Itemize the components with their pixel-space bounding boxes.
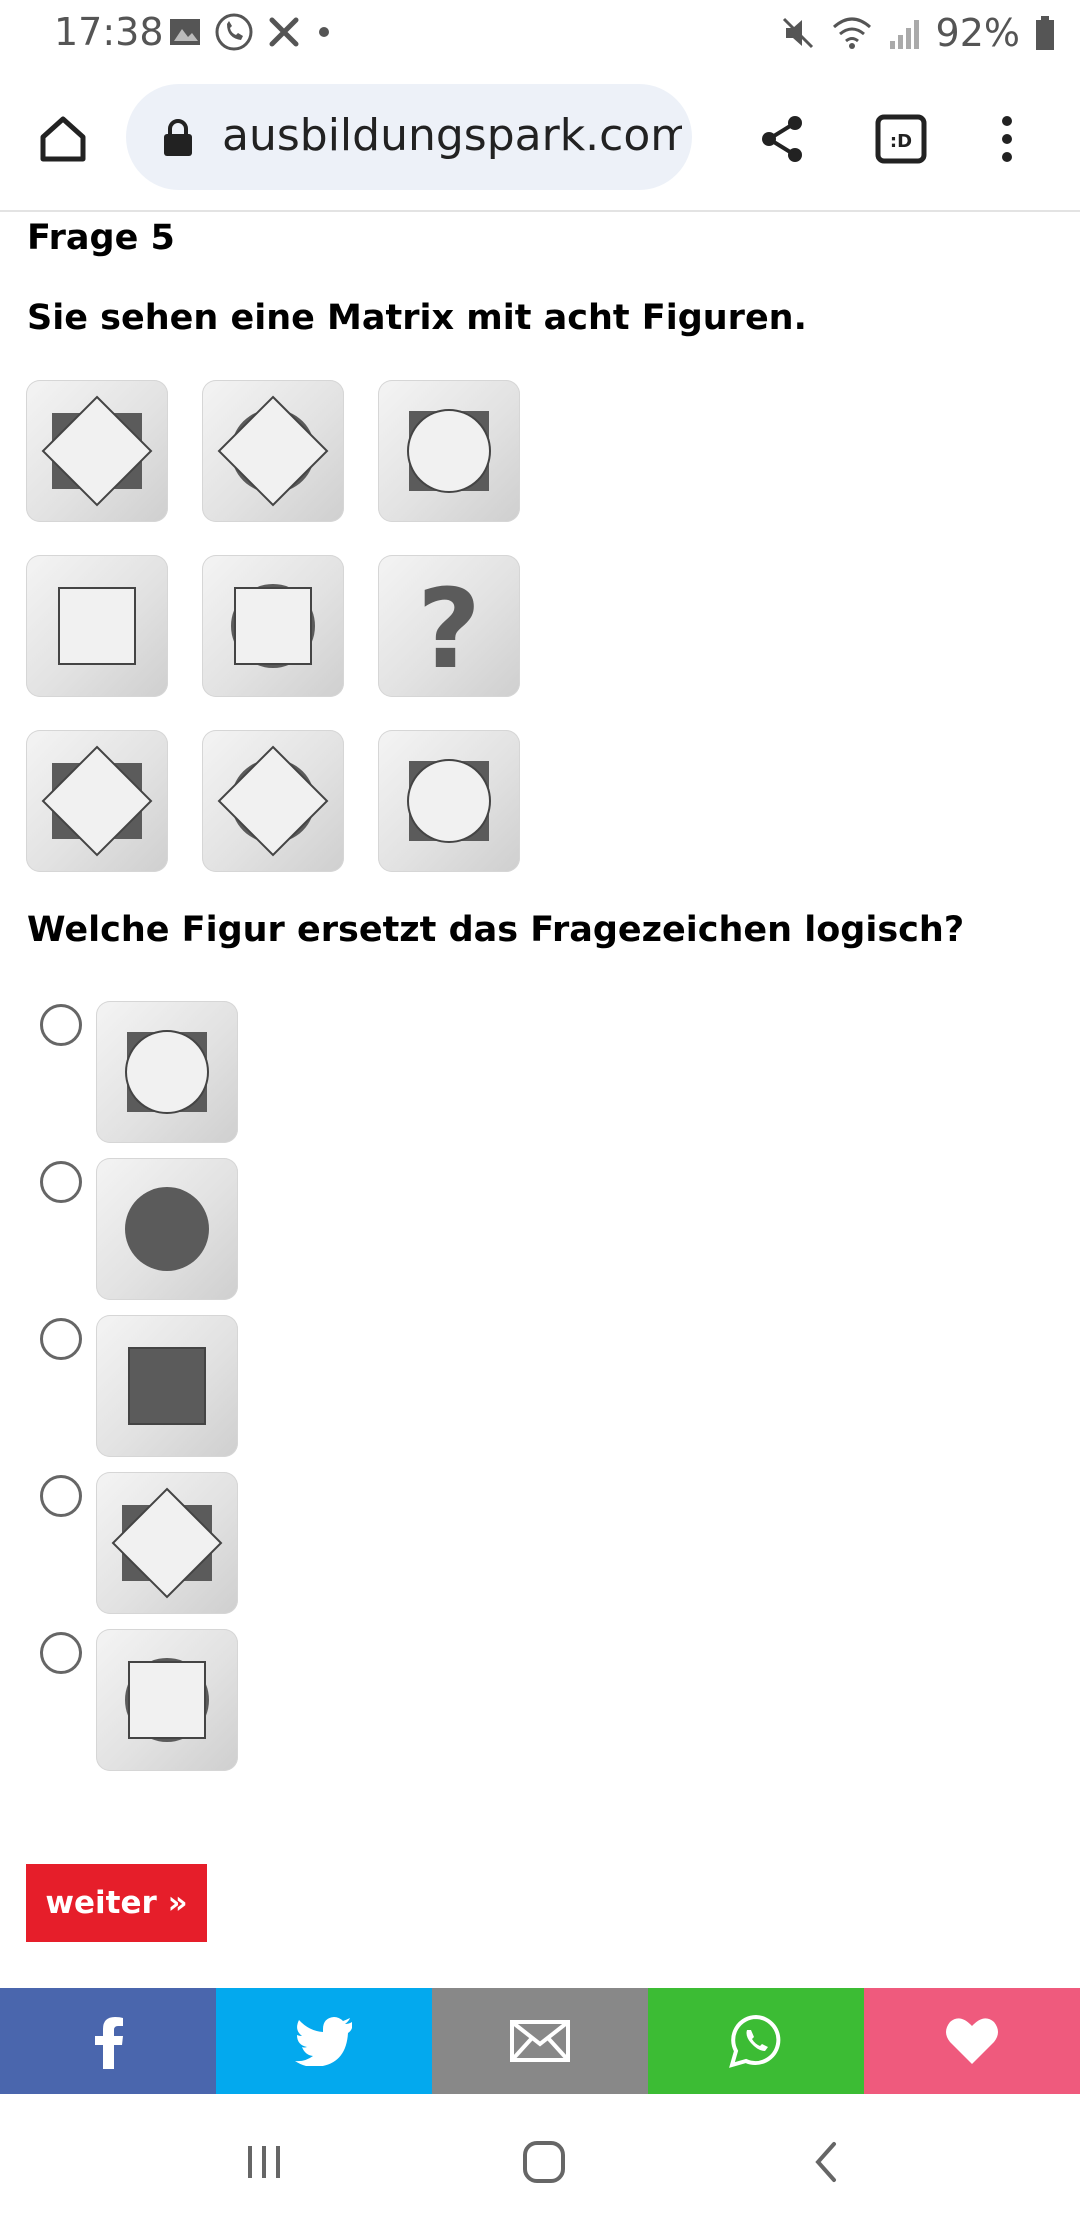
option-3-figure[interactable] bbox=[96, 1315, 238, 1457]
matrix-cell-1-1 bbox=[26, 380, 168, 522]
share-email-button[interactable] bbox=[432, 1988, 648, 2094]
circle-over-dark-square-figure bbox=[125, 1030, 209, 1114]
twitter-icon bbox=[295, 2017, 352, 2066]
battery-icon bbox=[1036, 16, 1054, 50]
tabs-button[interactable]: :D bbox=[866, 104, 936, 174]
matrix-cell-1-3 bbox=[378, 380, 520, 522]
share-whatsapp-button[interactable] bbox=[648, 1988, 864, 2094]
url-text: ausbildungspark.com/ bbox=[222, 110, 682, 161]
question-prompt: Welche Figur ersetzt das Fragezeichen lo… bbox=[27, 910, 965, 950]
option-5-radio[interactable] bbox=[40, 1632, 82, 1674]
next-button[interactable]: weiter » bbox=[26, 1864, 207, 1942]
whatsapp-icon bbox=[729, 2014, 781, 2068]
mute-icon bbox=[782, 17, 813, 49]
email-icon bbox=[510, 2020, 570, 2062]
matrix-cell-3-1 bbox=[26, 730, 168, 872]
diamond-over-dark-square-figure bbox=[41, 745, 153, 857]
diamond-over-dark-square-figure bbox=[111, 1487, 223, 1599]
address-bar[interactable]: ausbildungspark.com/ bbox=[126, 84, 692, 190]
matrix-cell-2-1 bbox=[26, 555, 168, 697]
phone-call-icon bbox=[215, 13, 253, 51]
share-button[interactable] bbox=[748, 104, 818, 174]
recent-apps-icon bbox=[248, 2146, 280, 2178]
facebook-icon bbox=[95, 2017, 123, 2069]
home-icon bbox=[40, 116, 86, 162]
option-2-radio[interactable] bbox=[40, 1161, 82, 1203]
matrix-cell-2-3: ? bbox=[378, 555, 520, 697]
matrix-cell-1-2 bbox=[202, 380, 344, 522]
wifi-icon bbox=[832, 17, 871, 49]
home-button[interactable] bbox=[28, 104, 98, 174]
dark-circle-figure bbox=[125, 1187, 209, 1271]
heart-icon bbox=[946, 2018, 998, 2064]
status-icons-right: 92% bbox=[780, 10, 1056, 56]
option-4-figure[interactable] bbox=[96, 1472, 238, 1614]
diamond-over-dark-square-figure bbox=[41, 395, 153, 507]
matrix-cell-2-2 bbox=[202, 555, 344, 697]
back-icon bbox=[815, 2142, 836, 2182]
recent-apps-button[interactable] bbox=[234, 2132, 294, 2192]
dark-square-figure bbox=[128, 1347, 206, 1425]
diamond-over-dark-circle-figure bbox=[217, 745, 329, 857]
square-plain-figure bbox=[58, 587, 136, 665]
square-over-dark-circle-figure bbox=[125, 1658, 209, 1742]
lock-icon bbox=[164, 119, 192, 156]
gallery-icon bbox=[170, 19, 200, 45]
option-2-figure[interactable] bbox=[96, 1158, 238, 1300]
dot-icon bbox=[319, 27, 329, 37]
home-nav-icon bbox=[523, 2141, 565, 2183]
status-icons-left bbox=[168, 12, 334, 52]
option-1-figure[interactable] bbox=[96, 1001, 238, 1143]
share-bar bbox=[0, 1988, 1080, 2094]
question-number: Frage 5 bbox=[27, 218, 175, 258]
option-4-radio[interactable] bbox=[40, 1475, 82, 1517]
more-icon bbox=[1002, 116, 1012, 162]
browser-toolbar: ausbildungspark.com/ :D bbox=[0, 66, 1080, 212]
circle-over-dark-square-figure bbox=[407, 409, 491, 493]
home-nav-button[interactable] bbox=[514, 2132, 574, 2192]
circle-over-dark-square-figure bbox=[407, 759, 491, 843]
question-mark-figure: ? bbox=[417, 565, 481, 693]
diamond-over-dark-circle-figure bbox=[217, 395, 329, 507]
favorite-button[interactable] bbox=[864, 1988, 1080, 2094]
question-intro: Sie sehen eine Matrix mit acht Figuren. bbox=[27, 298, 807, 338]
tabs-count: :D bbox=[890, 131, 912, 152]
share-twitter-button[interactable] bbox=[216, 1988, 432, 2094]
option-1-radio[interactable] bbox=[40, 1004, 82, 1046]
option-5-figure[interactable] bbox=[96, 1629, 238, 1771]
back-nav-button[interactable] bbox=[796, 2132, 856, 2192]
share-icon bbox=[762, 116, 802, 162]
signal-icon bbox=[889, 20, 919, 49]
battery-percent: 92% bbox=[935, 11, 1020, 55]
system-nav-bar bbox=[0, 2094, 1080, 2220]
tabs-icon: :D bbox=[875, 114, 927, 164]
matrix-question-mark: ? bbox=[417, 565, 481, 693]
option-3-radio[interactable] bbox=[40, 1318, 82, 1360]
status-bar: 17:38 92% bbox=[0, 0, 1080, 66]
square-over-dark-circle-figure bbox=[231, 584, 315, 668]
tools-icon bbox=[269, 17, 299, 47]
more-menu-button[interactable] bbox=[972, 104, 1042, 174]
matrix-cell-3-2 bbox=[202, 730, 344, 872]
status-time: 17:38 bbox=[54, 10, 164, 54]
matrix-cell-3-3 bbox=[378, 730, 520, 872]
share-facebook-button[interactable] bbox=[0, 1988, 216, 2094]
